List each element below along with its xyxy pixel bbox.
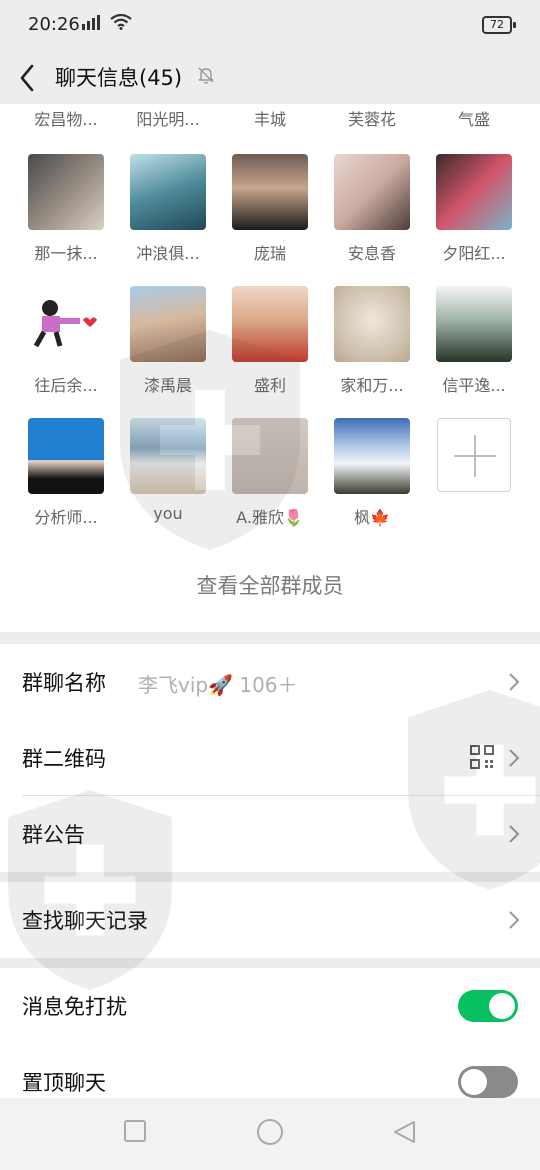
member-name: A.雅欣🌷	[236, 508, 304, 527]
member-name: 芙蓉花	[347, 110, 396, 129]
avatar	[130, 286, 206, 362]
group-settings-section: 群聊名称 李飞vip🚀 106＋ 群二维码 群公告	[0, 644, 540, 872]
member-item[interactable]: 安息香	[324, 154, 420, 264]
member-name: 分析师...	[34, 508, 98, 527]
pin-label: 置顶聊天	[22, 1071, 106, 1095]
member-item[interactable]: 那一抹...	[18, 154, 114, 264]
member-name: 庞瑞	[253, 244, 286, 263]
avatar	[334, 286, 410, 362]
plus-icon	[437, 418, 511, 492]
avatar	[130, 418, 206, 494]
wifi-icon	[110, 14, 132, 30]
member-name: 那一抹...	[34, 244, 98, 263]
member-item[interactable]: 夕阳红...	[426, 154, 522, 264]
pin-toggle[interactable]	[458, 1066, 518, 1098]
search-history-label: 查找聊天记录	[22, 909, 148, 933]
member-item[interactable]: 漆禹晨	[120, 286, 216, 396]
battery-indicator: 72	[482, 16, 516, 34]
announcement-row[interactable]: 群公告	[0, 796, 540, 872]
member-item[interactable]: 往后余...	[18, 286, 114, 396]
chevron-right-icon	[509, 825, 520, 843]
member-name: 盛利	[253, 376, 286, 395]
member-item[interactable]: 盛利	[222, 286, 318, 396]
member-name: 安息香	[347, 244, 396, 263]
home-icon[interactable]	[256, 1118, 284, 1146]
member-item[interactable]: 分析师...	[18, 418, 114, 528]
toggle-knob	[489, 993, 515, 1019]
member-name: 夕阳红...	[442, 244, 506, 263]
avatar	[28, 286, 104, 362]
member-item[interactable]: 庞瑞	[222, 154, 318, 264]
group-name-label: 群聊名称	[22, 671, 106, 695]
status-time: 20:26	[28, 14, 80, 35]
mute-toggle[interactable]	[458, 990, 518, 1022]
qr-code-row[interactable]: 群二维码	[0, 720, 540, 796]
header-bar: 聊天信息(45)	[0, 52, 540, 104]
toggle-section: 消息免打扰 置顶聊天	[0, 968, 540, 1098]
group-name-row[interactable]: 群聊名称 李飞vip🚀 106＋	[0, 644, 540, 720]
member-name: 往后余...	[34, 376, 98, 395]
cartoon-figure-icon	[33, 300, 97, 348]
view-all-members-link[interactable]: 查看全部群成员	[0, 570, 540, 600]
avatar	[232, 154, 308, 230]
member-name: 枫🍁	[354, 508, 390, 527]
member-name: you	[153, 504, 183, 523]
avatar	[334, 154, 410, 230]
avatar	[334, 418, 410, 494]
avatar	[28, 154, 104, 230]
avatar	[436, 154, 512, 230]
member-item[interactable]: 枫🍁	[324, 418, 420, 528]
back-triangle-icon[interactable]	[392, 1120, 416, 1144]
mute-bell-icon	[198, 67, 214, 84]
member-name: 阳光明...	[136, 110, 200, 129]
member-item[interactable]: 冲浪俱...	[120, 154, 216, 264]
avatar	[232, 286, 308, 362]
member-item[interactable]: 阳光明...	[120, 106, 216, 130]
member-name: 宏昌物...	[34, 110, 98, 129]
qr-code-label: 群二维码	[22, 747, 106, 771]
member-name: 家和万...	[340, 376, 404, 395]
member-name: 气盛	[457, 110, 490, 129]
announcement-label: 群公告	[22, 823, 85, 847]
back-arrow-icon[interactable]	[16, 60, 40, 96]
pin-row: 置顶聊天	[0, 1044, 540, 1098]
group-name-value: 李飞vip🚀 106＋	[138, 673, 298, 697]
member-name: 丰城	[253, 110, 286, 129]
toggle-knob	[461, 1069, 487, 1095]
add-member-button[interactable]	[426, 418, 522, 492]
member-name: 漆禹晨	[143, 376, 192, 395]
member-name: 冲浪俱...	[136, 244, 200, 263]
chevron-right-icon	[509, 911, 520, 929]
mute-label: 消息免打扰	[22, 995, 127, 1019]
member-item[interactable]: A.雅欣🌷	[222, 418, 318, 528]
search-history-row[interactable]: 查找聊天记录	[0, 882, 540, 958]
mute-row: 消息免打扰	[0, 968, 540, 1044]
avatar	[28, 418, 104, 494]
avatar	[232, 418, 308, 494]
system-nav-bar	[0, 1098, 540, 1170]
page-title: 聊天信息(45)	[55, 66, 183, 90]
member-item[interactable]: 信平逸...	[426, 286, 522, 396]
signal-icon	[82, 15, 100, 30]
member-name: 信平逸...	[442, 376, 506, 395]
chevron-right-icon	[509, 673, 520, 691]
member-grid: 宏昌物... 阳光明... 丰城 芙蓉花 气盛 那一抹... 冲浪俱... 庞瑞…	[0, 104, 540, 632]
status-bar: 20:26 72	[0, 0, 540, 52]
member-item[interactable]: 芙蓉花	[324, 106, 420, 130]
recent-apps-icon[interactable]	[124, 1120, 146, 1142]
member-item[interactable]: 丰城	[222, 106, 318, 130]
search-section: 查找聊天记录	[0, 882, 540, 958]
avatar	[436, 286, 512, 362]
member-item[interactable]: 气盛	[426, 106, 522, 130]
chevron-right-icon	[509, 749, 520, 767]
qr-code-icon	[470, 745, 494, 769]
member-item[interactable]: 家和万...	[324, 286, 420, 396]
avatar	[130, 154, 206, 230]
member-item[interactable]: 宏昌物...	[18, 106, 114, 130]
member-item[interactable]: you	[120, 418, 216, 523]
